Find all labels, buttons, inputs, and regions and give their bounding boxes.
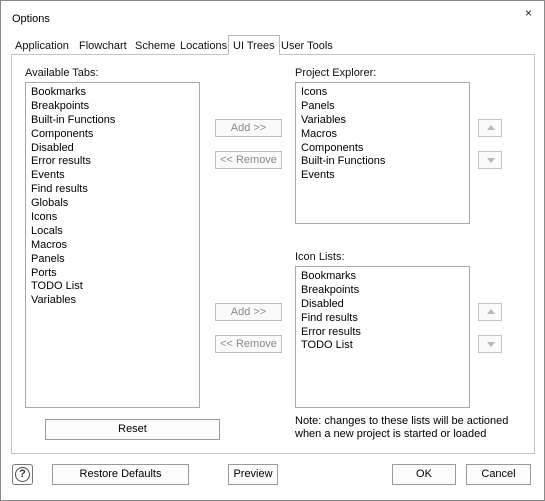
list-item[interactable]: Error results <box>301 326 469 340</box>
list-item[interactable]: Disabled <box>301 298 469 312</box>
tab-user-tools[interactable]: User Tools <box>277 37 337 55</box>
list-item[interactable]: TODO List <box>31 280 199 294</box>
list-item[interactable]: Error results <box>31 155 199 169</box>
icon-lists-move-down-button[interactable] <box>478 335 502 353</box>
help-icon: ? <box>15 467 30 482</box>
list-item[interactable]: Events <box>31 169 199 183</box>
close-icon[interactable]: × <box>525 6 532 20</box>
list-item[interactable]: Find results <box>31 183 199 197</box>
list-item[interactable]: Built-in Functions <box>301 155 469 169</box>
add-to-icon-lists-button[interactable]: Add >> <box>215 303 282 321</box>
project-explorer-move-down-button[interactable] <box>478 151 502 169</box>
list-item[interactable]: Find results <box>301 312 469 326</box>
list-item[interactable]: Bookmarks <box>31 86 199 100</box>
arrow-down-icon <box>487 158 495 163</box>
tab-scheme[interactable]: Scheme <box>131 37 179 55</box>
list-item[interactable]: Variables <box>31 294 199 308</box>
tab-application[interactable]: Application <box>11 37 73 55</box>
list-item[interactable]: Variables <box>301 114 469 128</box>
list-item[interactable]: Panels <box>31 253 199 267</box>
tab-locations[interactable]: Locations <box>176 37 231 55</box>
remove-from-project-explorer-button[interactable]: << Remove <box>215 151 282 169</box>
arrow-down-icon <box>487 342 495 347</box>
list-item[interactable]: Panels <box>301 100 469 114</box>
list-item[interactable]: Built-in Functions <box>31 114 199 128</box>
lists-change-note: Note: changes to these lists will be act… <box>295 415 509 440</box>
list-item[interactable]: Events <box>301 169 469 183</box>
icon-lists-move-up-button[interactable] <box>478 303 502 321</box>
list-item[interactable]: Macros <box>301 128 469 142</box>
add-to-project-explorer-button[interactable]: Add >> <box>215 119 282 137</box>
list-item[interactable]: Macros <box>31 239 199 253</box>
restore-defaults-button[interactable]: Restore Defaults <box>52 464 189 485</box>
list-item[interactable]: Breakpoints <box>31 100 199 114</box>
list-item[interactable]: Globals <box>31 197 199 211</box>
preview-button[interactable]: Preview <box>228 464 278 485</box>
project-explorer-move-up-button[interactable] <box>478 119 502 137</box>
list-item[interactable]: Breakpoints <box>301 284 469 298</box>
list-item[interactable]: Ports <box>31 267 199 281</box>
list-item[interactable]: Components <box>301 142 469 156</box>
list-item[interactable]: TODO List <box>301 339 469 353</box>
list-item[interactable]: Disabled <box>31 142 199 156</box>
arrow-up-icon <box>487 125 495 130</box>
project-explorer-label: Project Explorer: <box>295 67 377 79</box>
tab-flowchart[interactable]: Flowchart <box>75 37 131 55</box>
options-dialog: Options × Application Flowchart Scheme L… <box>0 0 545 501</box>
cancel-button[interactable]: Cancel <box>466 464 531 485</box>
project-explorer-list[interactable]: Icons Panels Variables Macros Components… <box>295 82 470 224</box>
list-item[interactable]: Components <box>31 128 199 142</box>
available-tabs-list[interactable]: Bookmarks Breakpoints Built-in Functions… <box>25 82 200 408</box>
reset-button[interactable]: Reset <box>45 419 220 440</box>
ok-button[interactable]: OK <box>392 464 456 485</box>
icon-lists-list[interactable]: Bookmarks Breakpoints Disabled Find resu… <box>295 266 470 408</box>
tab-ui-trees[interactable]: UI Trees <box>228 35 280 55</box>
list-item[interactable]: Bookmarks <box>301 270 469 284</box>
remove-from-icon-lists-button[interactable]: << Remove <box>215 335 282 353</box>
list-item[interactable]: Icons <box>31 211 199 225</box>
help-button[interactable]: ? <box>12 464 33 485</box>
icon-lists-label: Icon Lists: <box>295 251 345 263</box>
window-title: Options <box>12 13 50 25</box>
arrow-up-icon <box>487 309 495 314</box>
available-tabs-label: Available Tabs: <box>25 67 99 79</box>
list-item[interactable]: Locals <box>31 225 199 239</box>
list-item[interactable]: Icons <box>301 86 469 100</box>
